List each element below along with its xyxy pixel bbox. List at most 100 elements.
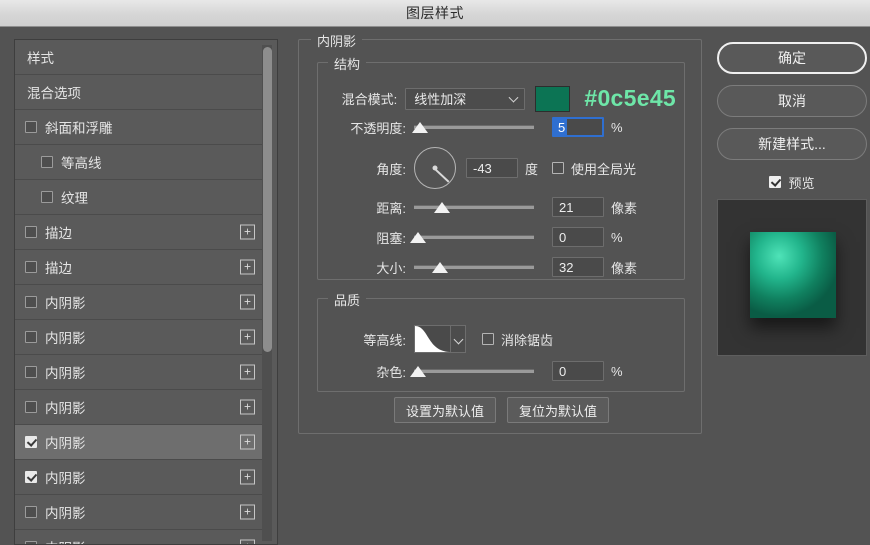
angle-input[interactable]: -43 <box>466 158 518 178</box>
noise-slider-knob[interactable] <box>410 366 426 377</box>
add-effect-icon[interactable]: + <box>240 434 255 450</box>
sidebar-item[interactable]: 内阴影 + <box>15 495 263 530</box>
shadow-color-swatch[interactable] <box>534 85 571 112</box>
size-unit: 像素 <box>611 260 638 276</box>
cancel-button[interactable]: 取消 <box>717 85 867 117</box>
contour-dropdown-button[interactable] <box>450 326 465 352</box>
opacity-label: 不透明度: <box>350 120 406 136</box>
sidebar-scrollbar-thumb[interactable] <box>263 47 272 352</box>
sidebar-item[interactable]: 内阴影 + <box>15 285 263 320</box>
sidebar-item-checkbox[interactable] <box>25 121 37 133</box>
add-effect-icon[interactable]: + <box>240 329 255 345</box>
add-effect-icon[interactable]: + <box>240 224 255 240</box>
sidebar-item-checkbox[interactable] <box>25 471 37 483</box>
sidebar-item[interactable]: 等高线 <box>15 145 263 180</box>
sidebar-scrollbar[interactable] <box>262 45 272 541</box>
sidebar-item-checkbox[interactable] <box>41 191 53 203</box>
preview-toggle[interactable]: 预览 <box>717 172 867 192</box>
contour-label: 等高线: <box>363 332 406 348</box>
sidebar-item-checkbox[interactable] <box>25 331 37 343</box>
sidebar-item-checkbox[interactable] <box>25 261 37 273</box>
distance-unit: 像素 <box>611 200 638 216</box>
window-titlebar: 图层样式 <box>0 0 870 27</box>
inner-shadow-panel: 内阴影 结构 混合模式: 线性加深 #0c5e45 不透明度: 5 % 角度: … <box>298 31 702 434</box>
sidebar-item[interactable]: 样式 <box>15 40 263 75</box>
sidebar-item-checkbox[interactable] <box>25 436 37 448</box>
window-title: 图层样式 <box>406 5 464 21</box>
choke-slider-knob[interactable] <box>410 232 426 243</box>
sidebar-item-checkbox[interactable] <box>25 506 37 518</box>
choke-slider-track <box>414 235 534 239</box>
sidebar-item-checkbox[interactable] <box>25 296 37 308</box>
sidebar-item-checkbox[interactable] <box>25 226 37 238</box>
sidebar-item[interactable]: 内阴影 + <box>15 460 263 495</box>
preview-checkbox[interactable] <box>769 176 782 188</box>
new-style-button[interactable]: 新建样式... <box>717 128 867 160</box>
set-as-default-button[interactable]: 设置为默认值 <box>394 397 497 423</box>
choke-input[interactable]: 0 <box>552 227 604 247</box>
quality-title: 品质 <box>328 290 367 309</box>
sidebar-item-label: 样式 <box>27 51 54 66</box>
sidebar-item[interactable]: 混合选项 <box>15 75 263 110</box>
sidebar-item-checkbox[interactable] <box>41 156 53 168</box>
style-preview-thumbnail <box>717 199 867 356</box>
reset-to-default-button[interactable]: 复位为默认值 <box>507 397 610 423</box>
opacity-slider-knob[interactable] <box>412 122 428 133</box>
add-effect-icon[interactable]: + <box>240 399 255 415</box>
sidebar-item-label: 内阴影 <box>45 537 86 544</box>
panel-title: 内阴影 <box>311 31 363 50</box>
opacity-unit: % <box>611 119 623 135</box>
antialias-label: 消除锯齿 <box>501 332 554 348</box>
preview-artwork <box>750 232 836 318</box>
add-effect-icon[interactable]: + <box>240 504 255 520</box>
distance-input[interactable]: 21 <box>552 197 604 217</box>
sidebar-item[interactable]: 内阴影 + <box>15 390 263 425</box>
distance-slider[interactable] <box>414 199 534 215</box>
choke-slider[interactable] <box>410 229 534 245</box>
layer-style-dialog: 图层样式 样式 混合选项 斜面和浮雕 等高线 纹理 描边 + 描边 + 内阴影 + 内阴影 + 内阴影 + 内… <box>0 0 870 545</box>
sidebar-item[interactable]: 内阴影 + <box>15 355 263 390</box>
sidebar-item[interactable]: 内阴影 + <box>15 425 263 460</box>
noise-input[interactable]: 0 <box>552 361 604 381</box>
sidebar-item-checkbox[interactable] <box>25 401 37 413</box>
antialias-checkbox[interactable] <box>482 333 494 345</box>
styles-sidebar[interactable]: 样式 混合选项 斜面和浮雕 等高线 纹理 描边 + 描边 + 内阴影 + 内阴影 + 内阴影 + 内阴影 + 内阴… <box>14 39 278 545</box>
sidebar-item[interactable]: 纹理 <box>15 180 263 215</box>
add-effect-icon[interactable]: + <box>240 259 255 275</box>
opacity-input[interactable]: 5 <box>552 117 604 137</box>
distance-slider-knob[interactable] <box>434 202 450 213</box>
add-effect-icon[interactable]: + <box>240 364 255 380</box>
add-effect-icon[interactable]: + <box>240 539 255 544</box>
use-global-light-checkbox[interactable] <box>552 162 565 174</box>
add-effect-icon[interactable]: + <box>240 294 255 310</box>
sidebar-item[interactable]: 内阴影 + <box>15 320 263 355</box>
ok-button[interactable]: 确定 <box>717 42 867 74</box>
sidebar-item[interactable]: 内阴影 + <box>15 530 263 544</box>
opacity-slider[interactable] <box>412 119 534 135</box>
size-slider-knob[interactable] <box>432 262 448 273</box>
sidebar-item[interactable]: 描边 + <box>15 250 263 285</box>
color-hex-annotation: #0c5e45 <box>584 85 676 111</box>
noise-unit: % <box>611 363 623 379</box>
sidebar-item-label: 内阴影 <box>45 471 86 486</box>
opacity-value: 5 <box>554 119 568 135</box>
sidebar-item[interactable]: 描边 + <box>15 215 263 250</box>
size-slider[interactable] <box>414 259 534 275</box>
choke-label: 阻塞: <box>376 230 406 246</box>
add-effect-icon[interactable]: + <box>240 469 255 485</box>
sidebar-item-label: 内阴影 <box>45 506 86 521</box>
sidebar-item-label: 等高线 <box>61 156 102 171</box>
sidebar-item-checkbox[interactable] <box>25 541 37 544</box>
angle-dial[interactable] <box>414 147 456 189</box>
styles-list[interactable]: 样式 混合选项 斜面和浮雕 等高线 纹理 描边 + 描边 + 内阴影 + 内阴影 + 内阴影 + 内阴影 + 内阴… <box>15 40 263 544</box>
size-input[interactable]: 32 <box>552 257 604 277</box>
noise-slider[interactable] <box>410 363 534 379</box>
noise-slider-track <box>414 369 534 373</box>
sidebar-item[interactable]: 斜面和浮雕 <box>15 110 263 145</box>
blend-mode-select[interactable]: 线性加深 <box>405 87 525 110</box>
sidebar-item-label: 斜面和浮雕 <box>45 121 113 136</box>
angle-dial-hub <box>432 165 438 171</box>
contour-picker[interactable] <box>414 325 466 353</box>
sidebar-item-checkbox[interactable] <box>25 366 37 378</box>
distance-slider-track <box>414 205 534 209</box>
